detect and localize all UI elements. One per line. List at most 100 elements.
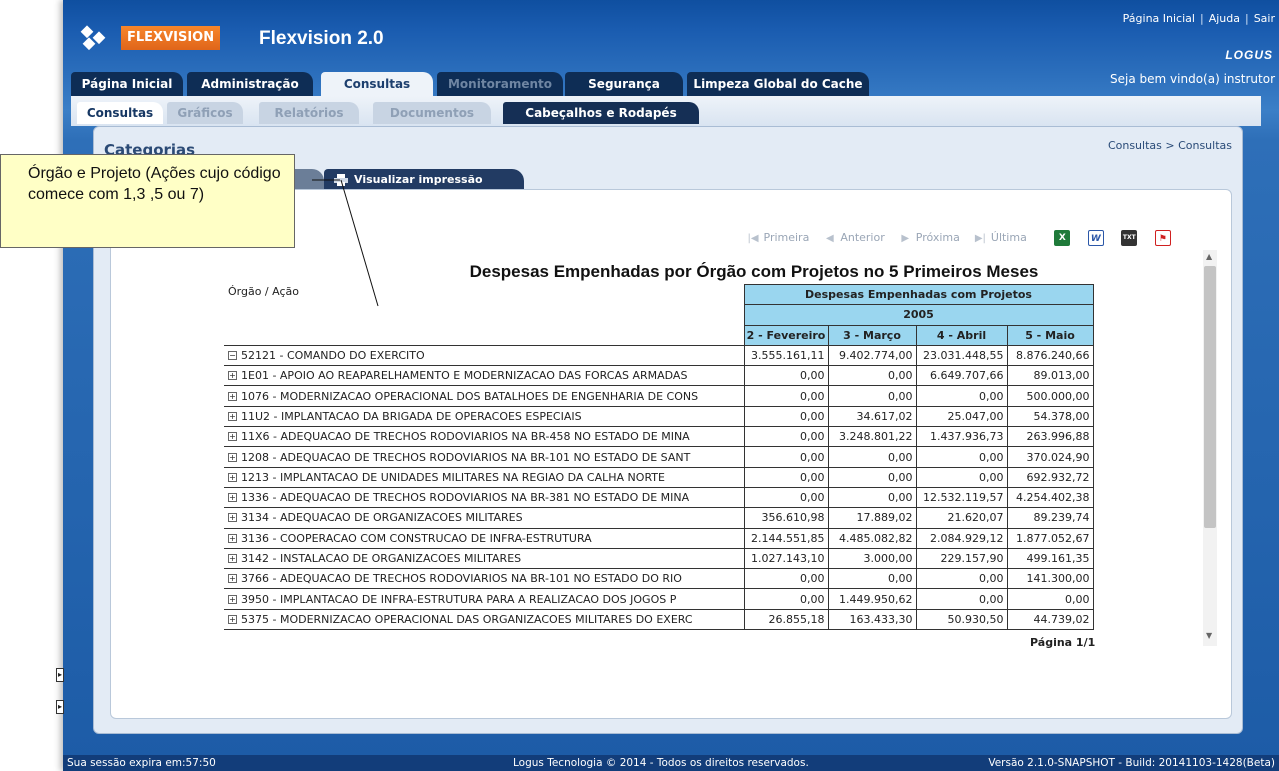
value-cell: 25.047,00: [915, 405, 1008, 428]
copyright: Logus Tecnologia © 2014 - Todos os direi…: [513, 757, 809, 769]
table-row: +1208 - ADEQUACAO DE TRECHOS RODOVIARIOS…: [224, 446, 1094, 468]
print-preview-tab[interactable]: Visualizar impressão: [324, 169, 524, 191]
txt-icon[interactable]: TXT: [1121, 230, 1138, 246]
expand-icon[interactable]: +: [228, 432, 237, 442]
row-label: 3950 - IMPLANTACAO DE INFRA-ESTRUTURA PA…: [241, 592, 677, 606]
value-cell: 3.555.161,11: [743, 344, 829, 367]
value-cell: 0,00: [743, 385, 829, 407]
tab-consultas[interactable]: Consultas: [321, 72, 433, 98]
value-cell: 0,00: [743, 588, 829, 610]
value-cell: 0,00: [743, 446, 829, 468]
expand-icon[interactable]: +: [228, 533, 237, 543]
value-cell: 12.532.119,57: [915, 486, 1008, 509]
tab-monitoramento: Monitoramento: [437, 72, 563, 96]
value-cell: 0,00: [915, 588, 1008, 610]
row-label: 1E01 - APOIO AO REAPARELHAMENTO E MODERN…: [241, 369, 688, 383]
table-row: +1213 - IMPLANTACAO DE UNIDADES MILITARE…: [224, 466, 1094, 488]
logo-mark-icon: [80, 25, 106, 51]
row-label: 1076 - MODERNIZACAO OPERACIONAL DOS BATA…: [241, 389, 699, 403]
table-row: +5375 - MODERNIZACAO OPERACIONAL DAS ORG…: [224, 608, 1094, 631]
help-link[interactable]: Ajuda: [1209, 12, 1240, 25]
last-page-button[interactable]: ▶| Última: [973, 231, 1027, 244]
table-row: +3142 - INSTALACAO DE ORGANIZACOES MILIT…: [224, 547, 1094, 570]
value-cell: 0,00: [915, 385, 1008, 407]
table-row: −52121 - COMANDO DO EXERCITO 3.555.161,11…: [224, 344, 1094, 367]
expand-handle-icon[interactable]: ▸: [56, 668, 64, 682]
pdf-icon[interactable]: ⚑: [1154, 230, 1171, 246]
row-label: 3136 - COOPERACAO COM CONSTRUCAO DE INFR…: [241, 531, 592, 545]
value-cell: 0,00: [915, 466, 1008, 488]
subtab-graficos[interactable]: Gráficos: [167, 102, 243, 124]
value-cell: 370.024,90: [1006, 446, 1094, 468]
tab-administracao[interactable]: Administração: [187, 72, 313, 96]
value-cell: 163.433,30: [827, 608, 917, 631]
first-page-button[interactable]: |◀ Primeira: [746, 231, 809, 244]
collapse-icon[interactable]: −: [228, 351, 237, 361]
expand-icon[interactable]: +: [228, 594, 237, 604]
expand-icon[interactable]: +: [228, 574, 237, 584]
value-cell: 0,00: [827, 365, 917, 387]
value-cell: 0,00: [827, 446, 917, 468]
next-page-icon: ▶: [901, 233, 910, 244]
tab-limpeza-cache[interactable]: Limpeza Global do Cache: [687, 72, 869, 96]
subtab-consultas[interactable]: Consultas: [77, 102, 163, 124]
scroll-thumb[interactable]: [1204, 266, 1216, 528]
expand-icon[interactable]: +: [228, 371, 237, 381]
next-page-button[interactable]: ▶ Próxima: [898, 231, 960, 244]
value-cell: 21.620,07: [915, 507, 1008, 529]
subtab-relatorios[interactable]: Relatórios: [259, 102, 359, 124]
session-timer: Sua sessão expira em:57:50: [67, 757, 216, 769]
expand-icon[interactable]: +: [228, 391, 237, 401]
row-label: 3766 - ADEQUACAO DE TRECHOS RODOVIARIOS …: [241, 572, 682, 586]
tab-home[interactable]: Página Inicial: [71, 72, 183, 96]
logout-link[interactable]: Sair: [1254, 12, 1275, 25]
table-row: +11X6 - ADEQUACAO DE TRECHOS RODOVIARIOS…: [224, 426, 1094, 448]
expand-icon[interactable]: +: [228, 554, 237, 563]
expand-handle-icon[interactable]: ▸: [56, 700, 64, 714]
value-cell: 229.157,90: [915, 547, 1008, 570]
expand-icon[interactable]: +: [228, 452, 237, 462]
expand-icon[interactable]: +: [228, 472, 237, 482]
value-cell: 26.855,18: [743, 608, 829, 631]
expand-icon[interactable]: +: [228, 614, 237, 624]
value-cell: 4.485.082,82: [827, 527, 917, 549]
row-label: 1213 - IMPLANTACAO DE UNIDADES MILITARES…: [241, 470, 665, 484]
page-indicator: Página 1/1: [1030, 636, 1096, 649]
word-icon[interactable]: W: [1087, 230, 1104, 246]
expand-icon[interactable]: +: [228, 411, 237, 421]
status-footer: Sua sessão expira em:57:50 Logus Tecnolo…: [63, 755, 1279, 771]
report-toolbar: |◀ Primeira ◀ Anterior ▶ Próxima ▶| Últi…: [746, 230, 1171, 248]
subtab-documentos[interactable]: Documentos: [373, 102, 491, 124]
value-cell: 1.877.052,67: [1006, 527, 1094, 549]
value-cell: 89.239,74: [1006, 507, 1094, 529]
row-label: 52121 - COMANDO DO EXERCITO: [241, 349, 425, 363]
value-cell: 8.876.240,66: [1006, 344, 1094, 367]
excel-icon[interactable]: X: [1054, 230, 1071, 246]
value-cell: 0,00: [827, 486, 917, 509]
value-cell: 692.932,72: [1006, 466, 1094, 488]
table-row: +3950 - IMPLANTACAO DE INFRA-ESTRUTURA P…: [224, 588, 1094, 610]
home-link[interactable]: Página Inicial: [1123, 12, 1195, 25]
value-cell: 2.084.929,12: [915, 527, 1008, 549]
prev-page-icon: ◀: [825, 233, 834, 244]
expand-icon[interactable]: +: [228, 493, 237, 503]
vertical-scrollbar[interactable]: ▲ ▼: [1203, 250, 1217, 646]
value-cell: 23.031.448,55: [915, 344, 1008, 367]
value-cell: 4.254.402,38: [1006, 486, 1094, 509]
row-label: 5375 - MODERNIZACAO OPERACIONAL DAS ORGA…: [241, 612, 693, 626]
value-cell: 1.027.143,10: [743, 547, 829, 570]
subtab-cabecalhos-rodapes[interactable]: Cabeçalhos e Rodapés: [503, 102, 699, 124]
first-page-icon: |◀: [747, 233, 759, 244]
value-cell: 9.402.774,00: [827, 344, 917, 367]
row-header: Órgão / Ação: [224, 284, 744, 346]
scroll-up-icon[interactable]: ▲: [1206, 252, 1212, 261]
value-cell: 0,00: [827, 466, 917, 488]
scroll-down-icon[interactable]: ▼: [1206, 631, 1212, 640]
expand-icon[interactable]: +: [228, 513, 237, 523]
breadcrumb: Consultas > Consultas: [1107, 139, 1232, 152]
year-header: 2005: [743, 304, 1094, 326]
tab-seguranca[interactable]: Segurança: [565, 72, 683, 96]
prev-page-button[interactable]: ◀ Anterior: [823, 231, 885, 244]
top-links: Página Inicial | Ajuda | Sair: [1122, 12, 1275, 25]
value-cell: 2.144.551,85: [743, 527, 829, 549]
